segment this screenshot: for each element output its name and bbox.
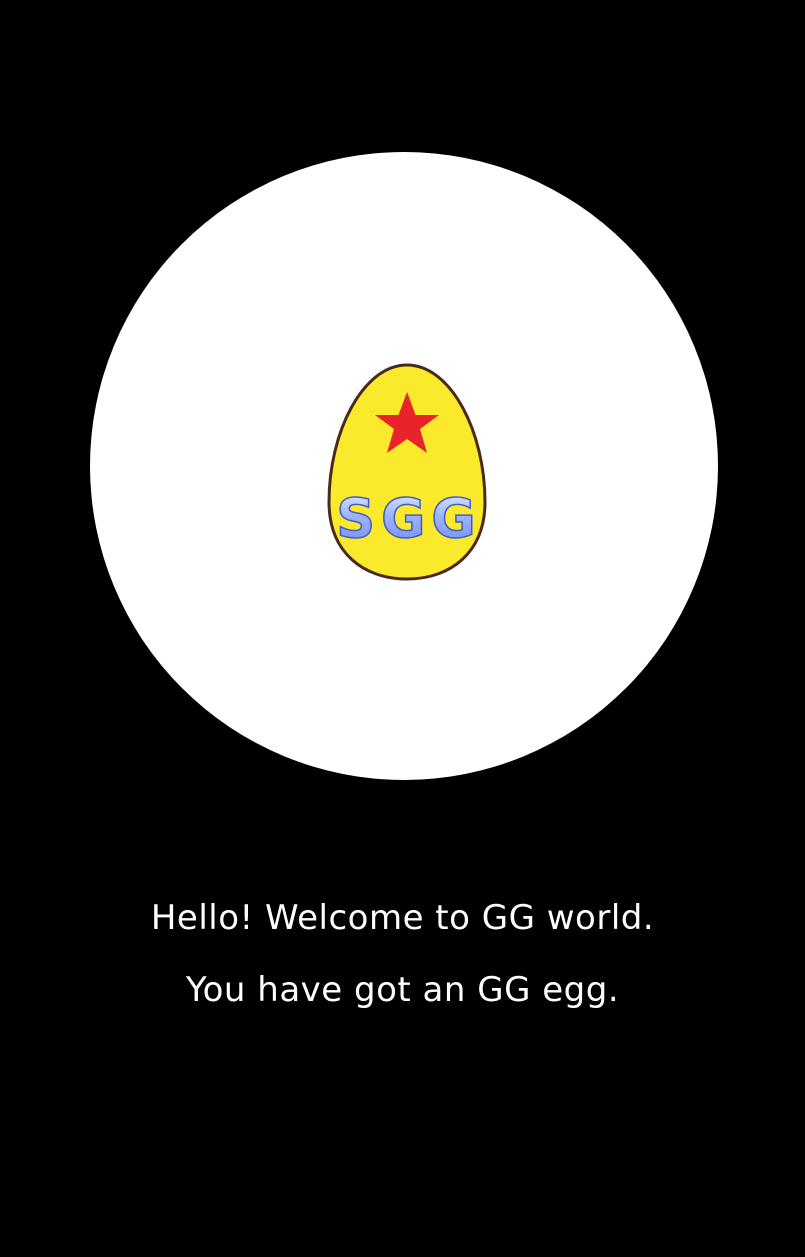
egg-received-line: You have got an GG egg. (185, 970, 620, 1010)
welcome-screen: SGG Hello! Welcome to GG world. You have… (0, 0, 805, 1257)
gg-egg[interactable]: SGG (326, 362, 488, 582)
welcome-message: Hello! Welcome to GG world. You have got… (0, 882, 805, 1026)
egg-label: SGG (336, 487, 482, 550)
welcome-line: Hello! Welcome to GG world. (150, 898, 655, 938)
egg-icon: SGG (327, 363, 487, 581)
